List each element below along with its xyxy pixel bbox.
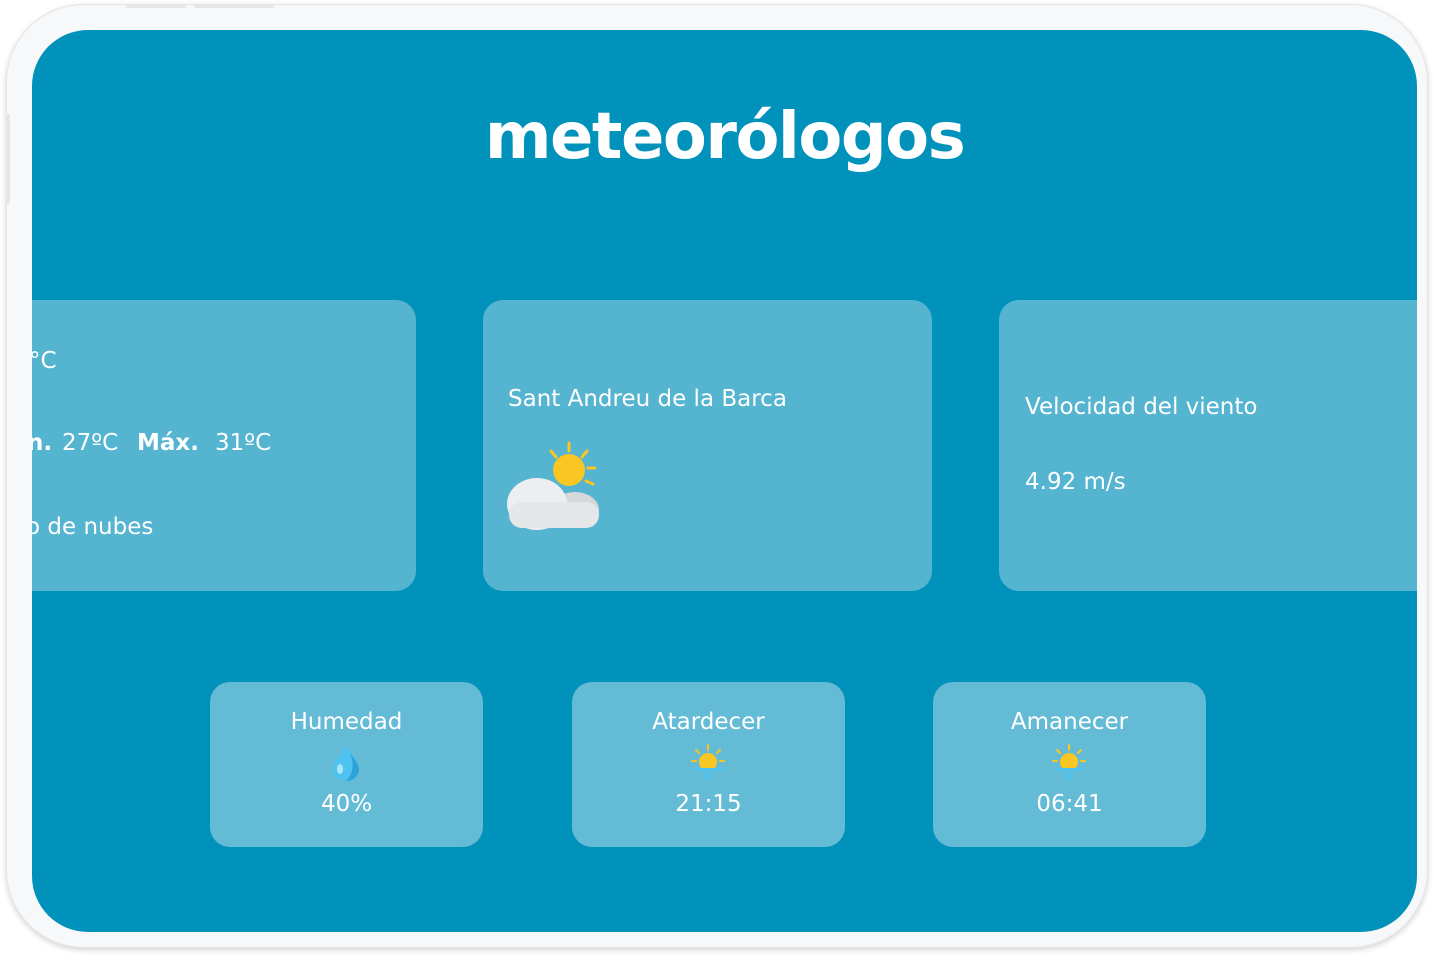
app-screen: meteorólogos °C n. 27ºC Máx. 31ºC o de n… [32,30,1417,932]
weather-description: o de nubes [32,514,154,540]
device-button [194,4,274,8]
app-title: meteorólogos [484,100,966,174]
humidity-value: 40% [320,791,373,817]
humidity-label: Humedad [290,709,403,735]
max-label: Máx. [137,430,199,456]
city-name: Sant Andreu de la Barca [508,386,787,412]
sunset-label: Atardecer [652,709,765,735]
sunset-card[interactable]: Atardecer 21:15 [572,682,845,847]
wind-label: Velocidad del viento [1025,394,1258,420]
sunrise-time: 06:41 [1036,791,1103,817]
sunrise-label: Amanecer [1010,709,1129,735]
device-button [126,4,186,8]
wind-speed: 4.92 m/s [1025,469,1126,495]
current-temperature: °C [32,348,57,374]
tablet-frame: meteorólogos °C n. 27ºC Máx. 31ºC o de n… [6,4,1428,948]
humidity-card[interactable]: Humedad 40% [210,682,483,847]
sunset-icon [691,744,725,782]
min-label: n. [32,430,53,456]
sunrise-card[interactable]: Amanecer 06:41 [933,682,1206,847]
max-temperature: 31ºC [215,430,272,456]
weather-summary-card[interactable]: °C n. 27ºC Máx. 31ºC o de nubes [32,300,416,591]
min-temperature: 27ºC [62,430,119,456]
partly-cloudy-icon [507,441,599,530]
water-drop-icon [333,746,359,781]
device-button [6,114,10,204]
sunset-time: 21:15 [675,791,742,817]
wind-card[interactable]: Velocidad del viento 4.92 m/s [999,300,1417,591]
location-card[interactable]: Sant Andreu de la Barca [483,300,932,591]
sunrise-icon [1052,744,1086,782]
